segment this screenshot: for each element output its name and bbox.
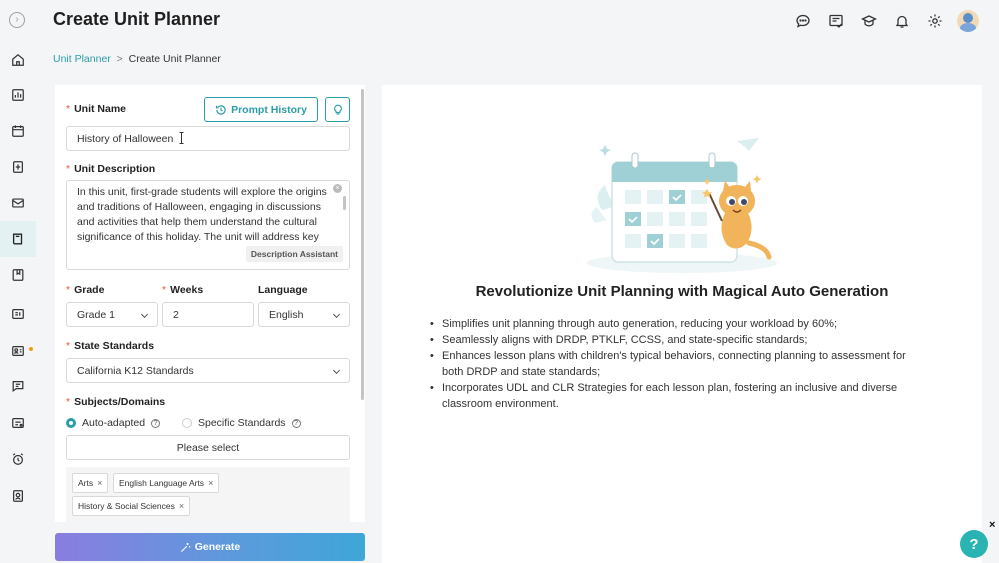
feature-item: Simplifies unit planning through auto ge… xyxy=(430,316,912,332)
help-circle-icon[interactable]: ? xyxy=(291,418,301,428)
magic-wand-icon xyxy=(180,542,191,552)
language-label: Language xyxy=(258,284,308,296)
feature-list: Simplifies unit planning through auto ge… xyxy=(430,316,912,412)
lightbulb-icon xyxy=(333,104,342,115)
header-settings-button[interactable] xyxy=(918,11,951,31)
breadcrumb-current: Create Unit Planner xyxy=(128,53,221,65)
profile-card-icon xyxy=(12,346,24,356)
tag-arts: Arts × xyxy=(72,473,109,493)
weeks-label: * Weeks xyxy=(162,284,204,296)
unit-description-textarea[interactable]: In this unit, first-grade students will … xyxy=(66,180,350,270)
breadcrumb-separator: > xyxy=(116,53,123,65)
mail-icon xyxy=(12,198,24,208)
radio-selected-icon xyxy=(66,418,76,428)
remove-tag-icon[interactable]: × xyxy=(208,478,213,488)
avatar[interactable] xyxy=(957,10,979,32)
sidebar-item-unit-planner[interactable] xyxy=(0,221,36,257)
gear-icon xyxy=(928,14,941,28)
tag-english-language-arts: English Language Arts × xyxy=(113,473,220,493)
header-notes-button[interactable] xyxy=(819,11,852,31)
state-standards-label: * State Standards xyxy=(66,340,155,352)
report-icon xyxy=(13,161,23,173)
chevron-down-icon xyxy=(332,310,341,318)
breadcrumb: Unit Planner > Create Unit Planner xyxy=(53,53,221,65)
remove-tag-icon[interactable]: × xyxy=(97,478,102,488)
radio-auto-adapted[interactable]: Auto-adapted ? xyxy=(66,417,161,429)
reader-icon xyxy=(12,309,24,319)
generate-button[interactable]: Generate xyxy=(55,533,365,561)
state-standards-select[interactable]: California K12 Standards xyxy=(66,358,350,383)
sidebar-item-chat[interactable] xyxy=(0,368,36,404)
remove-tag-icon[interactable]: × xyxy=(179,501,184,511)
unit-description-label: * Unit Description xyxy=(66,163,156,175)
document-list-icon xyxy=(828,14,843,28)
idea-button[interactable] xyxy=(325,97,350,122)
grade-label: * Grade xyxy=(66,284,105,296)
help-circle-icon[interactable]: ? xyxy=(151,418,161,428)
expand-sidebar-icon[interactable]: › xyxy=(9,12,25,28)
subjects-select[interactable]: Please select xyxy=(66,435,350,460)
chat-icon xyxy=(795,14,810,28)
chevron-down-icon xyxy=(332,366,341,374)
prompt-history-button[interactable]: Prompt History xyxy=(204,97,318,122)
alarm-icon xyxy=(12,453,24,465)
page-title: Create Unit Planner xyxy=(53,9,221,29)
sidebar-item-messages[interactable] xyxy=(0,185,36,221)
feature-item: Incorporates UDL and CLR Strategies for … xyxy=(430,380,912,412)
sidebar-item-reading[interactable] xyxy=(0,296,36,332)
calendar-icon xyxy=(12,125,24,137)
header-chat-button[interactable] xyxy=(786,11,819,31)
sidebar-item-calendar[interactable] xyxy=(0,113,36,149)
sidebar-item-home[interactable] xyxy=(0,42,36,78)
hero-title: Revolutionize Unit Planning with Magical… xyxy=(475,283,889,300)
description-scrollbar[interactable] xyxy=(343,196,346,210)
sidebar-item-cards[interactable] xyxy=(0,405,36,441)
description-assistant-button[interactable]: Description Assistant xyxy=(245,246,343,262)
chat-icon xyxy=(12,381,24,393)
header-notifications-button[interactable] xyxy=(885,11,918,31)
grade-select[interactable]: Grade 1 xyxy=(66,302,158,327)
tag-history-social-sciences: History & Social Sciences × xyxy=(72,496,191,516)
sidebar-item-alarm[interactable] xyxy=(0,441,36,477)
history-icon xyxy=(215,104,226,115)
language-select[interactable]: English xyxy=(258,302,350,327)
book-icon xyxy=(12,233,23,245)
intro-panel: Revolutionize Unit Planning with Magical… xyxy=(382,85,982,563)
calendar-mascot-illustration xyxy=(587,138,777,273)
chart-icon xyxy=(12,89,24,101)
text-cursor-icon xyxy=(179,132,184,144)
sidebar: › xyxy=(0,0,36,563)
home-icon xyxy=(12,53,24,66)
unit-description-text: In this unit, first-grade students will … xyxy=(77,186,327,243)
unit-name-label: * Unit Name xyxy=(66,103,127,115)
chevron-down-icon xyxy=(140,310,149,318)
sidebar-item-lessons[interactable] xyxy=(0,257,36,293)
weeks-input[interactable]: 2 xyxy=(162,302,254,327)
sidebar-item-portfolio[interactable] xyxy=(0,478,36,514)
selected-tags: Arts × English Language Arts × History & S… xyxy=(66,467,350,522)
bell-icon xyxy=(895,15,908,28)
portrait-icon xyxy=(13,490,23,502)
notification-dot xyxy=(29,347,33,351)
form-scrollbar[interactable] xyxy=(361,89,364,400)
subjects-domains-label: * Subjects/Domains xyxy=(66,396,166,408)
id-card-icon xyxy=(12,418,24,428)
header-toolbar xyxy=(786,10,979,32)
close-help-icon[interactable]: × xyxy=(989,519,995,531)
unit-name-input[interactable]: History of Halloween xyxy=(66,126,350,151)
sidebar-item-profiles[interactable] xyxy=(0,333,36,369)
sidebar-item-assessment[interactable] xyxy=(0,149,36,185)
breadcrumb-link-unit-planner[interactable]: Unit Planner xyxy=(53,53,111,65)
graduation-cap-icon xyxy=(860,15,877,27)
clear-icon[interactable]: × xyxy=(333,184,342,193)
help-button[interactable]: ? xyxy=(960,530,988,558)
radio-specific-standards[interactable]: Specific Standards ? xyxy=(182,417,301,429)
sidebar-item-reports[interactable] xyxy=(0,77,36,113)
header-academy-button[interactable] xyxy=(852,11,885,31)
feature-item: Enhances lesson plans with children's ty… xyxy=(430,348,912,380)
feature-item: Seamlessly aligns with DRDP, PTKLF, CCSS… xyxy=(430,332,912,348)
bookmark-icon xyxy=(12,269,24,281)
radio-unselected-icon xyxy=(182,418,192,428)
